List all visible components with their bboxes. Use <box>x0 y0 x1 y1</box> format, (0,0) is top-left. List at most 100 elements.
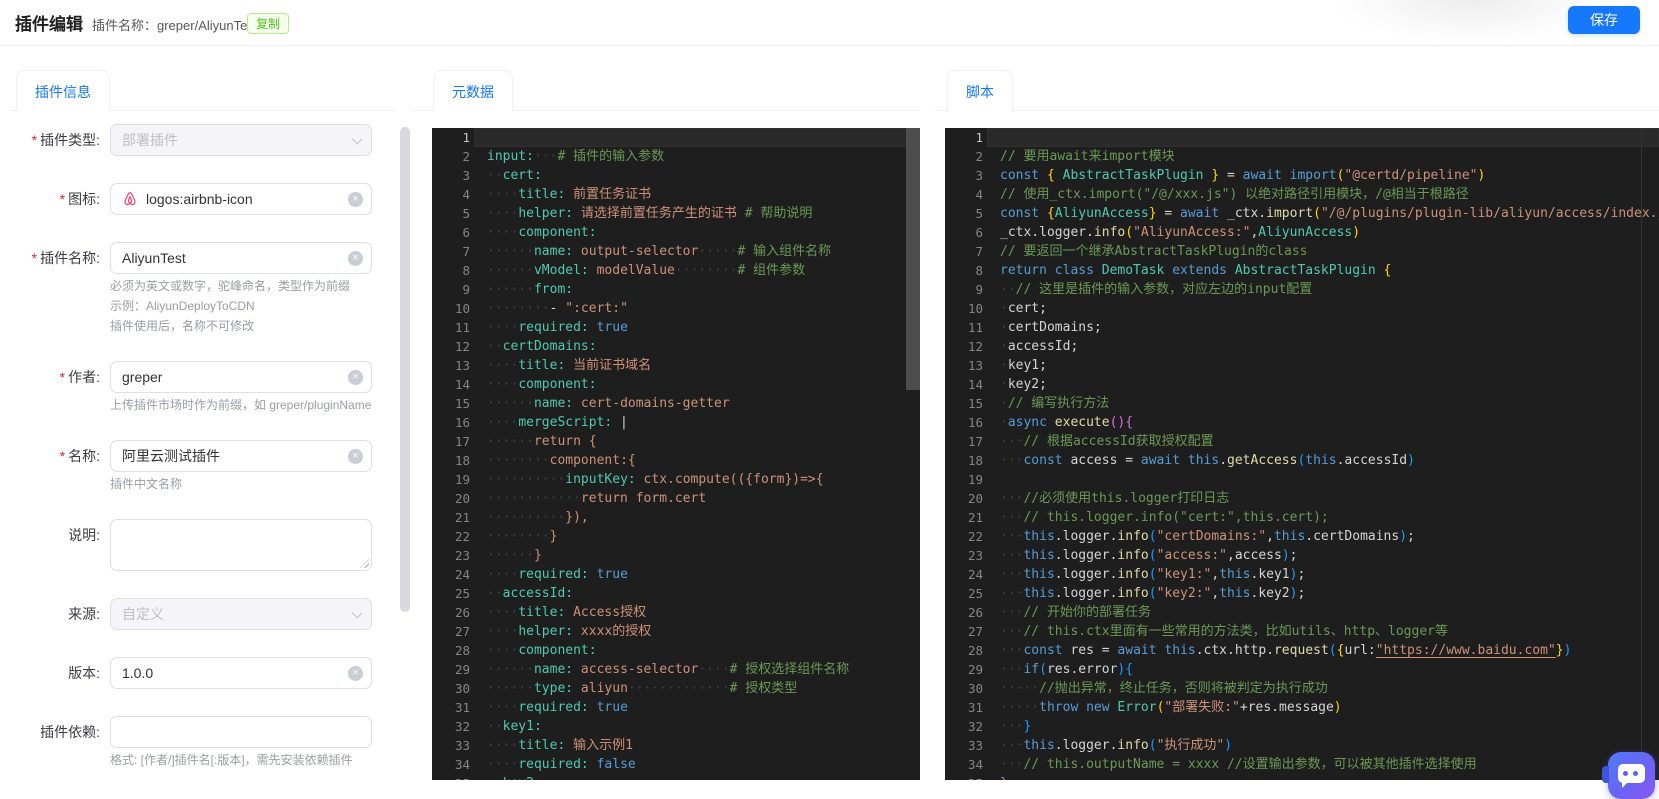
icon-input[interactable]: logos:airbnb-icon × <box>110 183 372 215</box>
page-title: 插件编辑 <box>15 15 83 34</box>
code-line: 19 <box>945 470 1659 489</box>
field-value: 阿里云测试插件 <box>122 448 220 464</box>
line-number: 22 <box>967 529 983 544</box>
script-editor[interactable]: 1 2// 要用await来import模块 3 const { AbstractTa… <box>945 128 1659 780</box>
field-helper: 插件使用后，名称不可修改 <box>110 319 255 333</box>
clear-icon[interactable]: × <box>348 192 363 207</box>
field-value: logos:airbnb-icon <box>146 191 253 207</box>
line-number: 9 <box>975 282 983 297</box>
code-line: 23 ···this.logger.info("access:",access); <box>945 546 1659 565</box>
metadata-editor[interactable]: 1 2 input:···# 插件的输入参数 3 ··cert: 4 ····title: … <box>432 128 920 780</box>
code-line: 12 ··certDomains: <box>432 337 920 356</box>
save-button[interactable]: 保存 <box>1568 6 1640 34</box>
line-number: 19 <box>967 472 983 487</box>
tab-script[interactable]: 脚本 <box>947 70 1013 111</box>
code-line: 32 ··key1: <box>432 717 920 736</box>
line-number: 1 <box>975 130 983 145</box>
code-line: 21 ···// this.logger.info("cert:",this.ce… <box>945 508 1659 527</box>
line-number: 16 <box>454 415 470 430</box>
line-number: 32 <box>967 719 983 734</box>
required-asterisk: * <box>31 132 38 148</box>
form-scrollbar[interactable] <box>400 127 410 612</box>
plugin-deps-input[interactable] <box>110 716 372 748</box>
line-number: 16 <box>967 415 983 430</box>
line-number: 33 <box>454 738 470 753</box>
line-number: 12 <box>454 339 470 354</box>
code-line: 21 ··········}), <box>432 508 920 527</box>
version-input[interactable]: 1.0.0 × <box>110 657 372 689</box>
line-number: 3 <box>975 168 983 183</box>
line-number: 27 <box>967 624 983 639</box>
line-number: 8 <box>462 263 470 278</box>
chat-widget-button[interactable] <box>1602 752 1655 799</box>
plugin-info-form: * 插件类型: 部署插件 * 图标: logos:airbnb-icon × * 插件名称: Al… <box>10 124 392 795</box>
code-line: 3 const { AbstractTaskPlugin } = await im… <box>945 166 1659 185</box>
line-number: 35 <box>945 774 987 780</box>
code-line: 7 ······name: output-selector·····# 输入组件名… <box>432 242 920 261</box>
code-line: 18 ········component:{ <box>432 451 920 470</box>
required-asterisk: * <box>59 369 66 385</box>
line-number: 7 <box>975 244 983 259</box>
field-label: 插件依赖: <box>40 724 100 740</box>
code-line: 31 ·····throw new Error("部署失败:"+res.messa… <box>945 698 1659 717</box>
line-number: 21 <box>967 510 983 525</box>
clear-icon[interactable]: × <box>348 370 363 385</box>
code-line: 5 const {AliyunAccess} = await _ctx.impor… <box>945 204 1659 223</box>
chat-bubble-icon <box>1618 764 1645 788</box>
line-number: 14 <box>454 377 470 392</box>
form-field-plugin-type: * 插件类型: 部署插件 <box>10 124 392 156</box>
form-field-title: * 名称: 阿里云测试插件 × 插件中文名称 <box>10 440 392 492</box>
resize-handle-icon[interactable] <box>360 559 369 568</box>
airbnb-icon <box>122 191 138 207</box>
line-number: 20 <box>454 491 470 506</box>
code-line: 10 ·cert; <box>945 299 1659 318</box>
tab-plugin-info[interactable]: 插件信息 <box>16 70 110 111</box>
line-number: 6 <box>975 225 983 240</box>
line-number: 17 <box>454 434 470 449</box>
clear-icon[interactable]: × <box>348 449 363 464</box>
top-right-shade <box>1330 0 1590 44</box>
editor-scrollbar[interactable] <box>906 128 920 390</box>
field-label: 版本: <box>68 665 100 681</box>
code-line: 34 ····required: false <box>432 755 920 774</box>
required-asterisk: * <box>59 448 66 464</box>
code-line: 19 ··········inputKey: ctx.compute(({form… <box>432 470 920 489</box>
line-number: 12 <box>967 339 983 354</box>
origin-select: 自定义 <box>110 598 372 630</box>
clear-icon[interactable]: × <box>348 666 363 681</box>
script-tabbar-line <box>935 110 1659 111</box>
line-number: 30 <box>454 681 470 696</box>
field-label: 来源: <box>68 606 100 622</box>
code-line: 14 ····component: <box>432 375 920 394</box>
line-number: 32 <box>454 719 470 734</box>
code-line: 14 ·key2; <box>945 375 1659 394</box>
author-input[interactable]: greper × <box>110 361 372 393</box>
code-line: 17 ······return { <box>432 432 920 451</box>
code-line: 8 ······vModel: modelValue········# 组件参数 <box>432 261 920 280</box>
line-number: 31 <box>454 700 470 715</box>
field-helper: 示例：AliyunDeployToCDN <box>110 299 255 313</box>
field-label: 说明: <box>68 527 100 543</box>
line-number: 23 <box>454 548 470 563</box>
code-line: 4 ····title: 前置任务证书 <box>432 185 920 204</box>
clear-icon[interactable]: × <box>348 251 363 266</box>
line-number: 24 <box>967 567 983 582</box>
line-number: 27 <box>454 624 470 639</box>
form-field-origin: 来源: 自定义 <box>10 598 392 630</box>
copy-button[interactable]: 复制 <box>247 13 290 34</box>
code-line: 8 return class DemoTask extends AbstractT… <box>945 261 1659 280</box>
line-number: 11 <box>454 320 470 335</box>
description-textarea[interactable] <box>110 519 372 571</box>
line-number: 5 <box>462 206 470 221</box>
line-number: 34 <box>967 757 983 772</box>
line-number: 24 <box>454 567 470 582</box>
line-number: 29 <box>454 662 470 677</box>
field-helper: 必须为英文或数字，驼峰命名，类型作为前缀 <box>110 279 351 293</box>
tab-metadata[interactable]: 元数据 <box>433 70 513 111</box>
title-input[interactable]: 阿里云测试插件 × <box>110 440 372 472</box>
code-line: 3 ··cert: <box>432 166 920 185</box>
line-number: 28 <box>967 643 983 658</box>
code-line: 20 ············return form.cert <box>432 489 920 508</box>
line-number: 1 <box>462 130 470 145</box>
plugin-name-input[interactable]: AliyunTest × <box>110 242 372 274</box>
